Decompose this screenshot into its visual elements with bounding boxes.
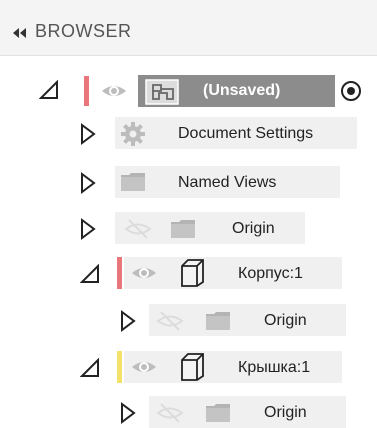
double-chevron-left-icon[interactable] bbox=[13, 28, 27, 38]
eye-hidden-icon[interactable] bbox=[156, 310, 184, 332]
component-box-icon bbox=[181, 259, 204, 287]
collapsed-triangle-icon[interactable] bbox=[120, 402, 136, 424]
assembly-icon bbox=[145, 79, 179, 105]
folder-icon bbox=[171, 220, 195, 238]
component-1-label: Корпус:1 bbox=[238, 265, 303, 282]
origin-label: Origin bbox=[232, 220, 275, 237]
radio-target-icon[interactable] bbox=[340, 80, 362, 102]
named-views-label: Named Views bbox=[178, 174, 277, 191]
document-settings-label: Document Settings bbox=[178, 125, 314, 142]
folder-icon bbox=[206, 404, 230, 422]
eye-icon[interactable] bbox=[130, 356, 158, 378]
collapsed-triangle-icon[interactable] bbox=[80, 172, 96, 194]
component-1-origin-label: Origin bbox=[264, 312, 307, 329]
folder-icon bbox=[206, 312, 230, 330]
collapsed-triangle-icon[interactable] bbox=[80, 218, 96, 240]
component-2-color-marker bbox=[117, 351, 122, 383]
component-1-color-marker bbox=[117, 257, 122, 289]
component-box-icon bbox=[181, 353, 204, 381]
component-2-origin-label: Origin bbox=[264, 404, 307, 421]
expanded-triangle-icon[interactable] bbox=[80, 358, 100, 378]
root-label: (Unsaved) bbox=[203, 82, 281, 99]
eye-hidden-icon[interactable] bbox=[156, 402, 184, 424]
eye-hidden-icon[interactable] bbox=[124, 218, 152, 240]
browser-title: BROWSER bbox=[35, 21, 132, 41]
eye-icon[interactable] bbox=[130, 262, 158, 284]
expanded-triangle-icon[interactable] bbox=[39, 80, 59, 100]
root-color-marker bbox=[84, 76, 89, 106]
eye-icon[interactable] bbox=[100, 80, 128, 102]
component-2-label: Крышка:1 bbox=[238, 359, 311, 376]
expanded-triangle-icon[interactable] bbox=[80, 264, 100, 284]
folder-icon bbox=[121, 173, 145, 191]
collapsed-triangle-icon[interactable] bbox=[120, 310, 136, 332]
collapsed-triangle-icon[interactable] bbox=[80, 123, 96, 145]
gear-icon bbox=[121, 122, 145, 146]
